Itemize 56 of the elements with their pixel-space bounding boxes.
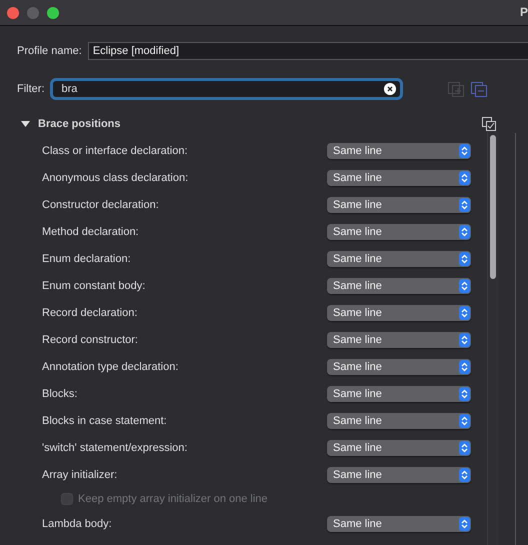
close-button[interactable]: [7, 6, 19, 18]
option-label: Lambda body:: [42, 518, 112, 530]
dropdown[interactable]: Same line: [327, 278, 471, 294]
zoom-button[interactable]: [47, 6, 59, 18]
section-title: Brace positions: [38, 118, 121, 130]
dropdown[interactable]: Same line: [327, 466, 471, 482]
collapse-all-icon[interactable]: [471, 82, 487, 96]
dropdown[interactable]: Same line: [327, 386, 471, 402]
option-label: Record constructor:: [42, 334, 138, 346]
dropdown[interactable]: Same line: [327, 304, 471, 320]
stepper-icon: [459, 360, 470, 374]
stepper-icon: [459, 198, 470, 212]
stepper-icon: [459, 440, 470, 454]
option-label: Enum declaration:: [42, 252, 131, 264]
option-label: Array initializer:: [42, 468, 118, 480]
dropdown[interactable]: Same line: [327, 440, 471, 456]
dropdown[interactable]: Same line: [327, 358, 471, 374]
filter-value: bra: [62, 83, 78, 95]
dropdown[interactable]: Same line: [327, 412, 471, 428]
option-label: 'switch' statement/expression:: [42, 442, 188, 454]
stepper-icon: [459, 224, 470, 238]
option-label: Blocks:: [42, 388, 78, 400]
stepper-icon: [459, 144, 470, 158]
stepper-icon: [459, 516, 470, 530]
dropdown[interactable]: Same line: [327, 170, 471, 186]
dropdown[interactable]: Same line: [327, 196, 471, 212]
stepper-icon: [459, 278, 470, 292]
stepper-icon: [459, 386, 470, 400]
dropdown[interactable]: Same line: [327, 142, 471, 158]
option-label: Class or interface declaration:: [42, 144, 188, 156]
option-label: Enum constant body:: [42, 280, 146, 292]
stepper-icon: [459, 468, 470, 482]
expand-triangle-icon[interactable]: [21, 121, 30, 127]
check-all-icon[interactable]: [482, 117, 496, 131]
dropdown[interactable]: Same line: [327, 516, 471, 532]
option-label: Constructor declaration:: [42, 198, 159, 210]
dropdown[interactable]: Same line: [327, 250, 471, 266]
filter-field[interactable]: bra: [50, 78, 403, 100]
stepper-icon: [459, 306, 470, 320]
dropdown[interactable]: Same line: [327, 332, 471, 348]
profile-name-field[interactable]: Eclipse [modified]: [88, 42, 528, 60]
dropdown[interactable]: Same line: [327, 224, 471, 240]
stepper-icon: [459, 170, 470, 184]
option-label: Method declaration:: [42, 226, 139, 238]
stepper-icon: [459, 332, 470, 346]
clear-icon[interactable]: [384, 83, 396, 95]
stepper-icon: [459, 252, 470, 266]
filter-label: Filter:: [17, 83, 44, 95]
option-label: Anonymous class declaration:: [42, 172, 188, 184]
window-title: P: [520, 5, 528, 19]
profile-name-label: Profile name:: [17, 45, 82, 57]
option-label: Blocks in case statement:: [42, 414, 167, 426]
option-label: Annotation type declaration:: [42, 360, 178, 372]
option-label: Record declaration:: [42, 306, 138, 318]
stepper-icon: [459, 414, 470, 428]
checkbox-label: Keep empty array initializer on one line: [78, 493, 268, 505]
